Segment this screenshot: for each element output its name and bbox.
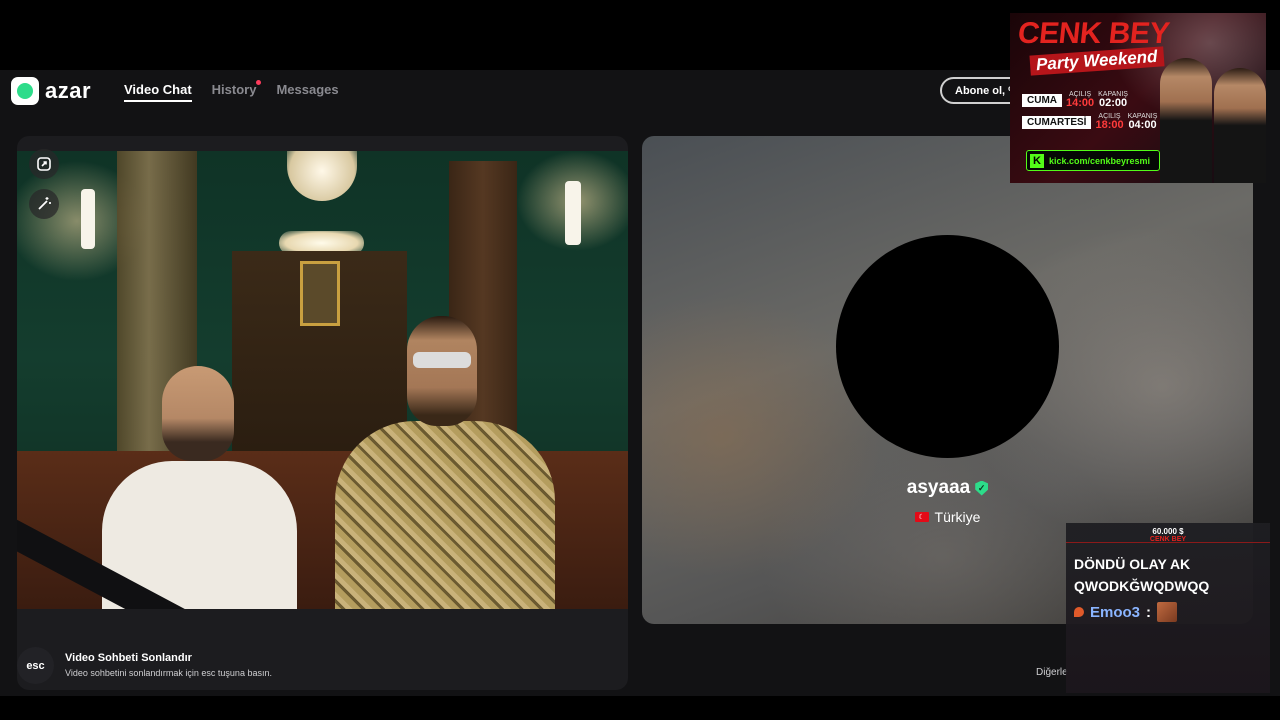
ad-schedule-row: CUMARTESİ AÇILIŞ 18:00 KAPANIŞ 04:00	[1022, 113, 1157, 131]
divider	[1066, 542, 1270, 543]
donation-user-row: Emoo3 :	[1074, 602, 1178, 622]
donation-message: DÖNDÜ OLAY AK QWODKĞWQDWQQ	[1074, 556, 1210, 594]
ad-open-time: 14:00	[1066, 97, 1095, 109]
expand-icon	[37, 157, 51, 171]
kick-url: kick.com/cenkbeyresmi	[1049, 155, 1151, 166]
ad-open: AÇILIŞ 14:00	[1066, 91, 1094, 109]
partner-username[interactable]: asyaaa	[907, 477, 970, 499]
azar-logo[interactable]: azar	[11, 77, 91, 105]
azar-logo-icon	[11, 77, 39, 105]
magic-wand-icon	[38, 197, 51, 210]
ad-close: KAPANIŞ 02:00	[1098, 91, 1128, 109]
ad-close-time: 04:00	[1128, 119, 1157, 131]
ad-open-time: 18:00	[1095, 119, 1124, 131]
ad-close: KAPANIŞ 04:00	[1128, 113, 1158, 131]
partner-country: Türkiye	[934, 509, 981, 525]
chandelier	[287, 151, 357, 201]
stream-ad-banner: CENK BEY Party Weekend CUMA AÇILIŞ 14:00 …	[1010, 13, 1266, 183]
donation-colon: :	[1146, 603, 1152, 621]
nav-video-chat[interactable]: Video Chat	[124, 82, 192, 102]
ad-day: CUMARTESİ	[1022, 115, 1092, 129]
nav-history-label: History	[211, 82, 257, 97]
badge-icon	[1074, 607, 1084, 617]
person-right	[335, 316, 555, 609]
donation-amount: 60.000 $	[1152, 527, 1184, 536]
wall-sconce	[81, 189, 95, 249]
partner-avatar	[836, 235, 1059, 458]
end-chat-description: Video sohbetini sonlandırmak için esc tu…	[65, 668, 272, 678]
my-camera-feed	[17, 151, 628, 609]
nav-history[interactable]: History	[211, 80, 262, 102]
kick-link: K kick.com/cenkbeyresmi	[1026, 150, 1160, 171]
my-video-panel	[17, 136, 628, 690]
notification-dot	[256, 80, 262, 85]
esc-end-chat-button[interactable]: esc	[17, 647, 54, 684]
others-text: Diğerle	[1036, 667, 1068, 678]
sunglasses	[413, 352, 471, 368]
ad-schedule-row: CUMA AÇILIŞ 14:00 KAPANIŞ 02:00	[1022, 91, 1128, 109]
ad-open: AÇILIŞ 18:00	[1095, 113, 1123, 131]
wall-sconce	[565, 181, 581, 245]
framed-painting	[300, 261, 340, 326]
person-left	[102, 366, 297, 609]
shield-check-icon: ✓	[975, 480, 989, 496]
partner-name-row: asyaaa ✓	[642, 477, 1253, 499]
turkey-flag-icon: ☾	[914, 512, 929, 522]
nav-messages[interactable]: Messages	[276, 82, 338, 102]
end-chat-title: Video Sohbeti Sonlandır	[65, 652, 192, 664]
ad-day: CUMA	[1022, 93, 1062, 107]
donation-username: Emoo3	[1090, 603, 1141, 621]
logo-text: azar	[45, 78, 92, 103]
donation-alert: 60.000 $ CENK BEY DÖNDÜ OLAY AK QWODKĞWQ…	[1066, 523, 1270, 693]
effects-button[interactable]	[29, 189, 59, 219]
ad-close-time: 02:00	[1098, 97, 1128, 109]
emote-icon	[1157, 602, 1178, 622]
ad-promo-photo	[1156, 41, 1266, 183]
kick-logo-icon: K	[1030, 153, 1044, 168]
main-nav: Video Chat History Messages	[124, 80, 339, 102]
ad-title: CENK BEY	[1016, 17, 1171, 50]
expand-button[interactable]	[29, 149, 59, 179]
